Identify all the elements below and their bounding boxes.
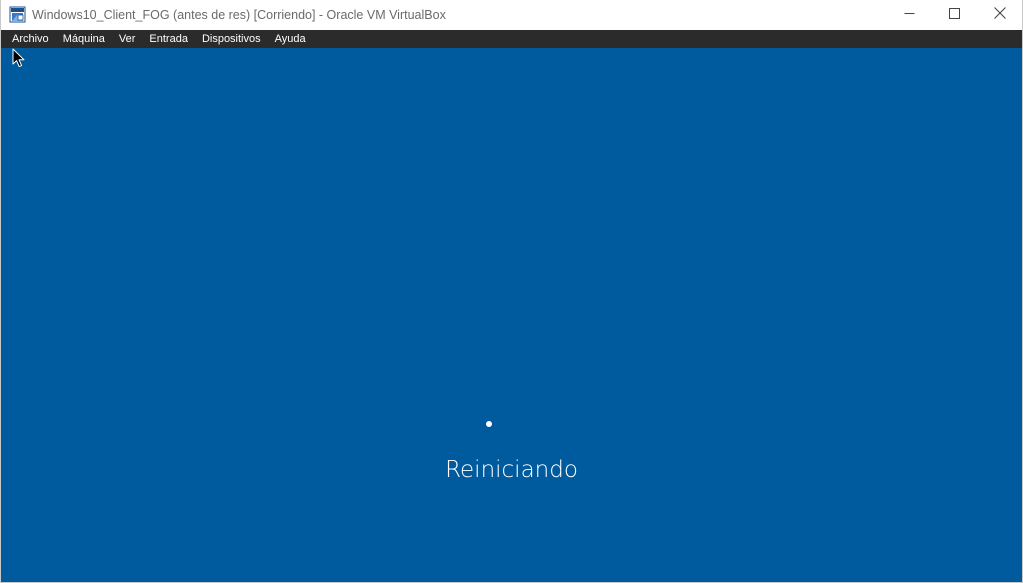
minimize-icon (904, 6, 915, 24)
maximize-button[interactable] (932, 0, 977, 30)
mouse-pointer-icon (12, 48, 26, 68)
menu-maquina[interactable]: Máquina (56, 30, 112, 48)
maximize-icon (949, 6, 960, 24)
title-bar[interactable]: Windows10_Client_FOG (antes de res) [Cor… (1, 0, 1022, 30)
close-button[interactable] (977, 0, 1022, 30)
window-title: Windows10_Client_FOG (antes de res) [Cor… (32, 8, 446, 22)
menu-ver[interactable]: Ver (112, 30, 143, 48)
close-icon (993, 6, 1006, 24)
virtualbox-vm-icon (9, 6, 26, 23)
menu-dispositivos[interactable]: Dispositivos (195, 30, 268, 48)
restart-status-text: Reiniciando (445, 457, 578, 483)
menu-archivo[interactable]: Archivo (5, 30, 56, 48)
vm-display[interactable]: Reiniciando (1, 48, 1022, 582)
menu-ayuda[interactable]: Ayuda (268, 30, 313, 48)
menu-bar: Archivo Máquina Ver Entrada Dispositivos… (1, 30, 1022, 48)
minimize-button[interactable] (887, 0, 932, 30)
loading-dot-icon (486, 421, 492, 427)
window-controls (887, 0, 1022, 30)
virtualbox-window: Windows10_Client_FOG (antes de res) [Cor… (0, 0, 1023, 583)
menu-entrada[interactable]: Entrada (142, 30, 195, 48)
